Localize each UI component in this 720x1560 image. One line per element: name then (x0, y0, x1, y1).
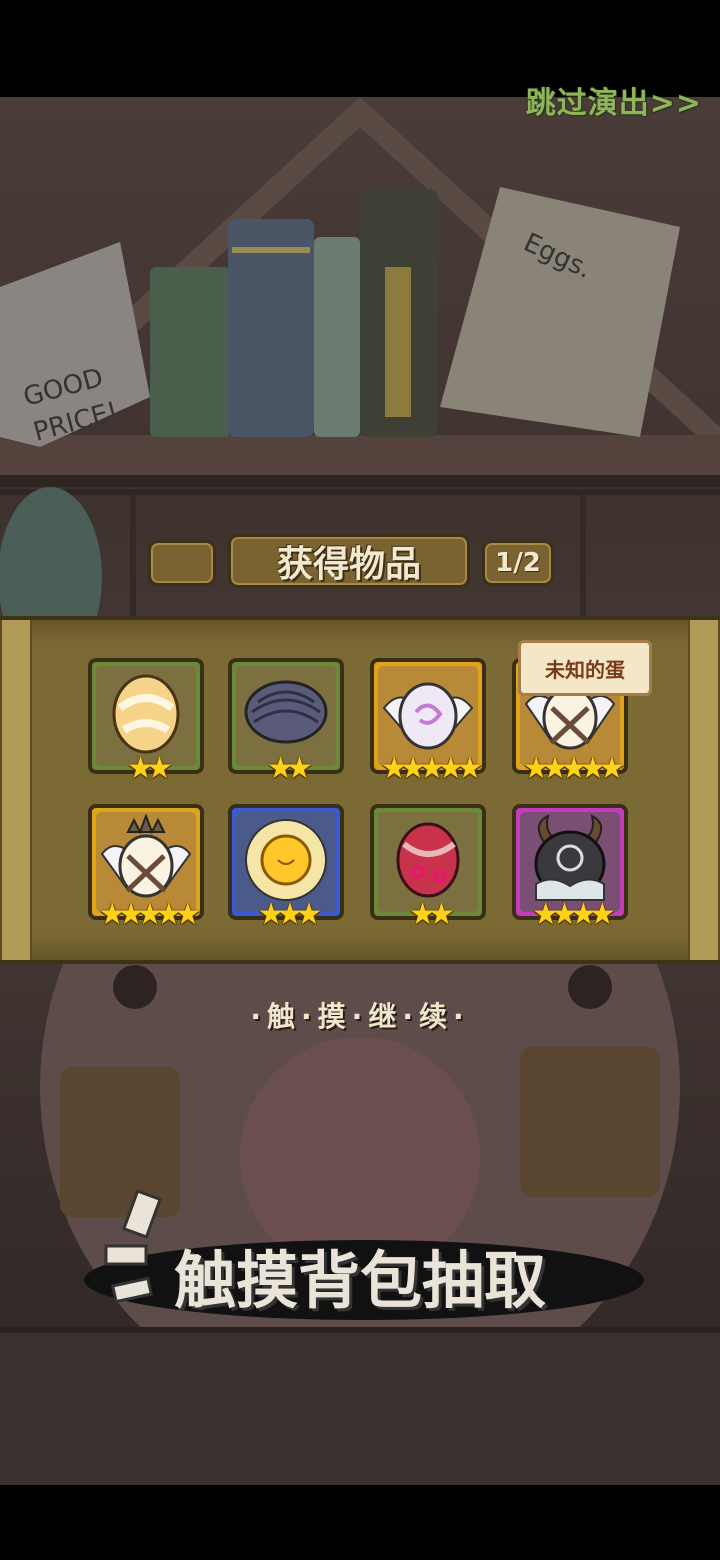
reward-item-1[interactable]: ★★ (88, 658, 204, 784)
sun-egg-icon (245, 819, 327, 901)
header-left-plate (148, 540, 216, 586)
star-rating: ★★ (409, 897, 455, 932)
reward-item-5[interactable]: ★★★★★ (88, 804, 204, 930)
reward-item-6[interactable]: ★★★ (228, 804, 344, 930)
panel-scroll-edge-left (0, 620, 32, 960)
touch-backpack-draw-prompt[interactable]: 触摸背包抽取 (84, 1190, 644, 1320)
star-rating: ★★★★★ (380, 751, 483, 786)
star-rating: ★★ (267, 751, 313, 786)
page-indicator: 1/2 (482, 540, 554, 586)
red-swirl-egg-icon (396, 822, 460, 898)
item-name-tooltip: 未知的蛋 (518, 640, 652, 696)
skip-performance-button[interactable]: 跳过演出>> (526, 78, 702, 122)
reward-item-8[interactable]: ★★★★ (512, 804, 628, 930)
touch-to-continue-prompt[interactable]: ·触·摸·继·续· (0, 995, 720, 1035)
winged-pearl-egg-icon (382, 682, 474, 750)
star-rating: ★★★★★ (522, 751, 625, 786)
horned-dark-egg-icon (534, 814, 606, 901)
reward-title: 获得物品 (228, 534, 470, 588)
reward-item-7[interactable]: ★★ (370, 804, 486, 930)
draw-prompt-text: 触摸背包抽取 (174, 1244, 547, 1317)
white-orange-egg-icon (112, 674, 180, 754)
reward-header: 获得物品 1/2 (148, 534, 556, 588)
star-rating: ★★★★★ (98, 897, 201, 932)
crowned-winged-egg-icon (100, 814, 192, 898)
star-rating: ★★★★ (532, 897, 616, 932)
dark-shell-egg-icon (244, 680, 328, 744)
tap-indicator-icon (104, 1190, 163, 1304)
reward-item-2[interactable]: ★★ (228, 658, 344, 784)
panel-scroll-edge-right (688, 620, 720, 960)
star-rating: ★★★ (257, 897, 323, 932)
reward-item-3[interactable]: ★★★★★ (370, 658, 486, 784)
star-rating: ★★ (127, 751, 173, 786)
